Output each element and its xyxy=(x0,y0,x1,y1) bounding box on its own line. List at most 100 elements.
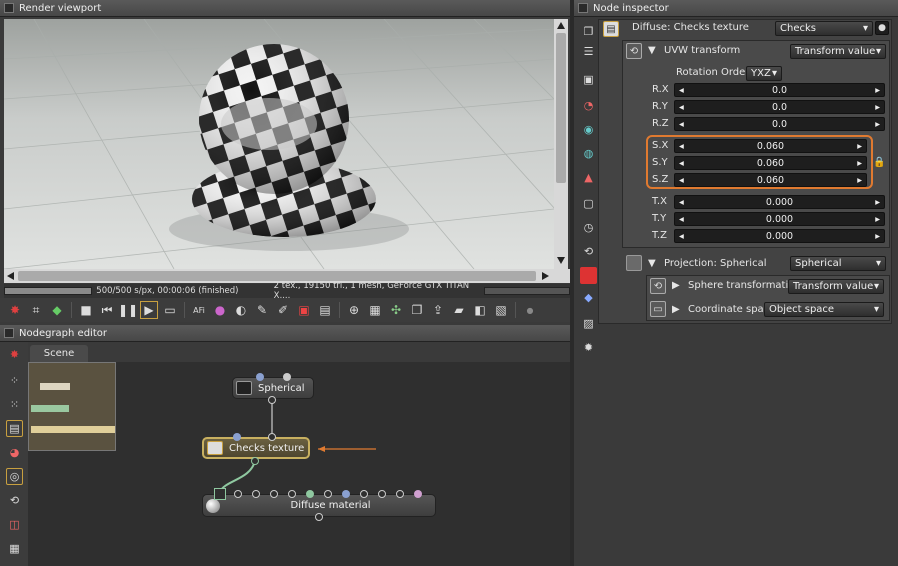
input-pin[interactable] xyxy=(270,490,278,498)
input-pin-selected[interactable] xyxy=(214,488,226,500)
projection-icon xyxy=(626,255,642,271)
blue-cube-icon[interactable]: ◆ xyxy=(580,289,597,306)
eye-icon[interactable]: ● xyxy=(875,21,889,35)
slider-tx[interactable]: ◂ 0.000 ▸ xyxy=(674,195,885,209)
texture-type-dropdown[interactable]: Checks ▾ xyxy=(775,21,873,36)
rotation-order-dropdown[interactable]: YXZ ▾ xyxy=(746,66,782,81)
node-inspector-titlebar: Node inspector xyxy=(574,0,898,17)
image-texture-icon[interactable]: ▣ xyxy=(580,71,597,88)
field-label-ty: T.Y xyxy=(652,213,667,224)
transform-node-icon[interactable]: ⟲ xyxy=(580,243,597,260)
layered-material-icon[interactable]: ◍ xyxy=(580,145,597,162)
lock-icon[interactable]: 🔒 xyxy=(873,157,885,168)
slider-ty[interactable]: ◂ 0.000 ▸ xyxy=(674,212,885,226)
input-pin[interactable] xyxy=(396,490,404,498)
input-pin[interactable] xyxy=(233,433,241,441)
uvw-collapse-toggle[interactable]: ▼ xyxy=(648,45,656,56)
arrow-left-icon[interactable]: ◂ xyxy=(679,197,684,208)
sphere-transform-expand[interactable]: ▶ xyxy=(672,280,680,291)
arrow-right-icon[interactable]: ▸ xyxy=(857,175,862,186)
field-label-sy: S.Y xyxy=(652,157,668,168)
arrow-left-icon[interactable]: ◂ xyxy=(679,102,684,113)
sphere-transform-dropdown[interactable]: Transform value ▾ xyxy=(788,279,884,294)
arrow-right-icon[interactable]: ▸ xyxy=(875,214,880,225)
arrow-left-icon[interactable]: ◂ xyxy=(679,119,684,130)
output-pin[interactable] xyxy=(268,396,276,404)
node-checks-texture[interactable]: Checks texture xyxy=(202,437,310,459)
value-tx: 0.000 xyxy=(765,196,794,208)
uvw-transform-dropdown[interactable]: Transform value ▾ xyxy=(790,44,886,59)
arrow-right-icon[interactable]: ▸ xyxy=(875,119,880,130)
material-node-icon xyxy=(206,498,220,513)
frame-icon[interactable]: ▢ xyxy=(580,195,597,212)
texture-type-value: Checks xyxy=(780,23,816,34)
arrow-left-icon[interactable]: ◂ xyxy=(679,214,684,225)
inspector-header-label: Diffuse: Checks texture xyxy=(632,22,749,33)
slider-tz[interactable]: ◂ 0.000 ▸ xyxy=(674,229,885,243)
arrow-left-icon[interactable]: ◂ xyxy=(679,175,684,186)
field-label-sx: S.X xyxy=(652,140,669,151)
rotation-order-label: Rotation Order xyxy=(676,67,750,78)
red-cube-icon[interactable] xyxy=(580,267,597,284)
sun-icon[interactable]: ✹ xyxy=(580,339,597,356)
slider-sy[interactable]: ◂ 0.060 ▸ xyxy=(674,156,867,170)
transform-icon: ⟲ xyxy=(650,278,666,294)
texture-bake-icon[interactable]: ◔ xyxy=(580,97,597,114)
value-ry: 0.0 xyxy=(771,101,788,113)
input-pin[interactable] xyxy=(234,490,242,498)
slider-sz[interactable]: ◂ 0.060 ▸ xyxy=(674,173,867,187)
collapse-icon[interactable]: ☰ xyxy=(580,43,597,60)
arrow-right-icon[interactable]: ▸ xyxy=(875,231,880,242)
input-pin[interactable] xyxy=(252,490,260,498)
coord-space-expand[interactable]: ▶ xyxy=(672,304,680,315)
node-stack-icon[interactable]: ❐ xyxy=(580,23,597,40)
input-pin[interactable] xyxy=(342,490,350,498)
arrow-left-icon[interactable]: ◂ xyxy=(679,141,684,152)
material-ball-icon[interactable]: ◉ xyxy=(580,121,597,138)
input-pin[interactable] xyxy=(414,490,422,498)
sphere-transform-value: Transform value xyxy=(793,281,874,292)
arrow-right-icon[interactable]: ▸ xyxy=(857,158,862,169)
arrow-right-icon[interactable]: ▸ xyxy=(857,141,862,152)
picture-icon[interactable]: ▨ xyxy=(580,315,597,332)
slider-sx[interactable]: ◂ 0.060 ▸ xyxy=(674,139,867,153)
output-pin[interactable] xyxy=(251,457,259,465)
input-pin[interactable] xyxy=(360,490,368,498)
arrow-left-icon[interactable]: ◂ xyxy=(679,231,684,242)
input-pin[interactable] xyxy=(378,490,386,498)
value-sy: 0.060 xyxy=(756,157,785,169)
projection-dropdown[interactable]: Spherical ▾ xyxy=(790,256,886,271)
texture-node-icon xyxy=(207,441,223,455)
input-pin[interactable] xyxy=(283,373,291,381)
clock-icon[interactable]: ◷ xyxy=(580,219,597,236)
sphere-transform-label: Sphere transformation xyxy=(688,280,801,291)
arrow-right-icon[interactable]: ▸ xyxy=(875,197,880,208)
emission-icon[interactable]: ▲ xyxy=(580,169,597,186)
chevron-down-icon: ▾ xyxy=(771,68,777,79)
slider-ry[interactable]: ◂ 0.0 ▸ xyxy=(674,100,885,114)
input-pin[interactable] xyxy=(306,490,314,498)
arrow-left-icon[interactable]: ◂ xyxy=(679,85,684,96)
input-pin[interactable] xyxy=(268,433,276,441)
slider-rz[interactable]: ◂ 0.0 ▸ xyxy=(674,117,885,131)
chevron-down-icon: ▾ xyxy=(862,23,868,34)
coord-space-value: Object space xyxy=(769,304,835,315)
input-pin[interactable] xyxy=(324,490,332,498)
input-pin[interactable] xyxy=(288,490,296,498)
node-spherical-label: Spherical xyxy=(258,382,305,394)
panel-icon xyxy=(578,3,588,13)
coordinate-space-icon: ▭ xyxy=(650,301,666,317)
projection-collapse-toggle[interactable]: ▼ xyxy=(648,258,656,269)
coord-space-dropdown[interactable]: Object space ▾ xyxy=(764,302,884,317)
arrow-right-icon[interactable]: ▸ xyxy=(875,102,880,113)
rotation-order-value: YXZ xyxy=(751,68,771,79)
output-pin[interactable] xyxy=(315,513,323,521)
field-label-rz: R.Z xyxy=(652,118,669,129)
slider-rx[interactable]: ◂ 0.0 ▸ xyxy=(674,83,885,97)
chevron-down-icon: ▾ xyxy=(873,281,879,292)
input-pin[interactable] xyxy=(256,373,264,381)
arrow-left-icon[interactable]: ◂ xyxy=(679,158,684,169)
arrow-right-icon[interactable]: ▸ xyxy=(875,85,880,96)
chevron-down-icon: ▾ xyxy=(875,258,881,269)
field-label-tx: T.X xyxy=(652,196,667,207)
